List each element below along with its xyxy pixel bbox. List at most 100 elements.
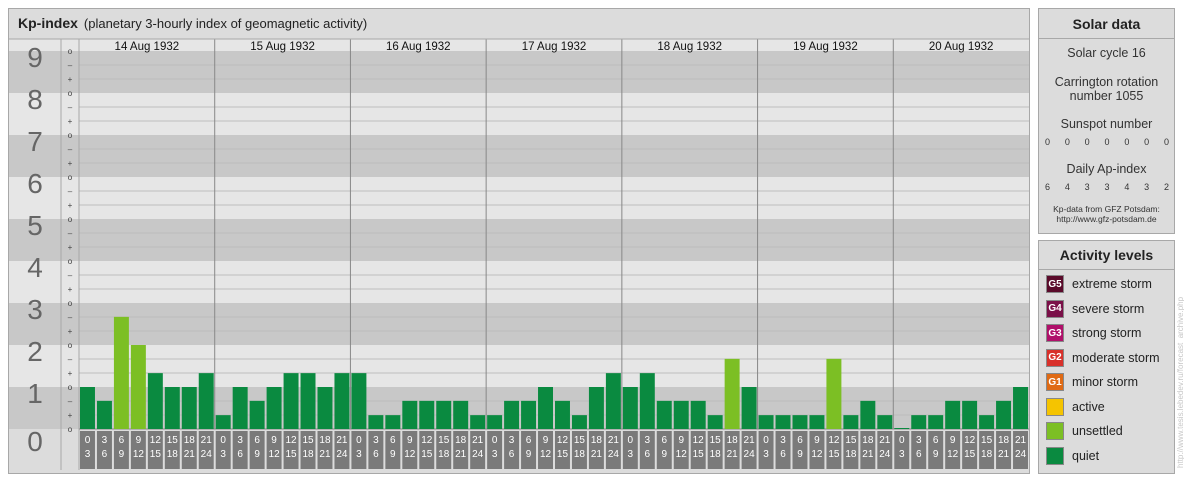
kp-band xyxy=(9,303,1029,345)
hour-end-label: 24 xyxy=(201,449,213,460)
activity-level-item: G3 strong storm xyxy=(1046,324,1141,342)
activity-level-swatch: G3 xyxy=(1046,324,1064,342)
hour-end-label: 3 xyxy=(220,449,226,460)
kp-bar xyxy=(826,358,842,429)
hour-start-label: 12 xyxy=(421,435,433,446)
kp-bar xyxy=(317,387,333,429)
date-label: 15 Aug 1932 xyxy=(250,41,315,53)
kp-bar xyxy=(571,415,587,429)
hour-start-label: 18 xyxy=(727,435,739,446)
kp-minor-tick-label: + xyxy=(68,117,73,126)
kp-bar xyxy=(945,400,961,429)
hour-end-label: 9 xyxy=(797,449,803,460)
activity-level-swatch: G2 xyxy=(1046,348,1064,367)
hour-start-label: 12 xyxy=(150,435,162,446)
kp-bar xyxy=(741,387,757,429)
activity-level-label: extreme storm xyxy=(1072,277,1152,291)
sunspot-value: 0 xyxy=(1045,137,1051,147)
kp-minor-tick-label: + xyxy=(68,201,73,210)
hour-end-label: 15 xyxy=(150,449,162,460)
hour-start-label: 18 xyxy=(998,435,1010,446)
hour-end-label: 9 xyxy=(390,449,396,460)
hour-start-label: 12 xyxy=(828,435,840,446)
activity-level-swatch xyxy=(1046,422,1064,440)
kp-bar xyxy=(453,400,469,429)
date-label: 19 Aug 1932 xyxy=(793,41,858,53)
hour-end-label: 3 xyxy=(899,449,905,460)
hour-end-label: 6 xyxy=(237,449,243,460)
kp-axis-label: 1 xyxy=(27,378,43,409)
hour-start-label: 6 xyxy=(933,435,939,446)
hour-end-label: 12 xyxy=(540,449,552,460)
kp-bar xyxy=(266,387,282,429)
hour-start-label: 6 xyxy=(119,435,125,446)
hour-start-label: 21 xyxy=(1015,435,1027,446)
activity-levels-panel: Activity levels G5 extreme storm G4 severe … xyxy=(1038,240,1175,474)
kp-bar xyxy=(928,415,944,429)
kp-bar xyxy=(911,415,927,429)
kp-axis-label: 2 xyxy=(27,336,43,367)
hour-end-label: 6 xyxy=(102,449,108,460)
kp-minor-tick-label: – xyxy=(68,103,73,112)
kp-axis-label: 8 xyxy=(27,84,43,115)
kp-band xyxy=(9,219,1029,261)
kp-minor-tick-label: – xyxy=(68,313,73,322)
ap-value: 3 xyxy=(1144,182,1150,192)
hour-end-label: 21 xyxy=(727,449,739,460)
kp-bar xyxy=(775,415,791,429)
hour-start-label: 0 xyxy=(763,435,769,446)
hour-start-label: 12 xyxy=(693,435,705,446)
hour-end-label: 18 xyxy=(574,449,586,460)
hour-end-label: 15 xyxy=(285,449,297,460)
hour-start-label: 3 xyxy=(509,435,515,446)
kp-bar xyxy=(809,415,825,429)
kp-bar xyxy=(164,387,180,429)
date-label: 14 Aug 1932 xyxy=(115,41,180,53)
kp-minor-tick-label: + xyxy=(68,159,73,168)
kp-bar xyxy=(198,373,214,429)
activity-level-label: active xyxy=(1072,399,1105,414)
hour-end-label: 21 xyxy=(998,449,1010,460)
activity-level-item: G2 moderate storm xyxy=(1046,348,1160,367)
kp-axis-label: 9 xyxy=(27,42,43,73)
kp-bar xyxy=(249,400,265,429)
activity-level-label: quiet xyxy=(1072,448,1100,463)
sunspot-value: 0 xyxy=(1104,137,1110,147)
hour-end-label: 12 xyxy=(269,449,281,460)
hour-end-label: 24 xyxy=(1015,449,1027,460)
kp-bar xyxy=(147,373,163,429)
hour-end-label: 9 xyxy=(254,449,260,460)
kp-bar xyxy=(232,387,248,429)
sunspot-number-label: Sunspot number xyxy=(1060,117,1153,131)
kp-minor-tick-label: o xyxy=(68,173,73,182)
hour-end-label: 6 xyxy=(916,449,922,460)
hour-start-label: 9 xyxy=(814,435,820,446)
activity-level-label: unsettled xyxy=(1072,424,1123,438)
kp-axis-label: 3 xyxy=(27,294,43,325)
kp-minor-tick-label: + xyxy=(68,369,73,378)
hour-end-label: 12 xyxy=(947,449,959,460)
kp-axis-label: 0 xyxy=(27,426,43,457)
kp-bar xyxy=(80,387,95,429)
kp-bar xyxy=(504,400,520,429)
kp-bar xyxy=(1013,387,1028,429)
kp-index-panel: Kp-index (planetary 3-hourly index of geo… xyxy=(8,8,1030,474)
hour-end-label: 15 xyxy=(421,449,433,460)
hour-start-label: 12 xyxy=(964,435,976,446)
kp-bar xyxy=(300,373,316,429)
activity-level-item: active xyxy=(1046,397,1105,416)
carrington-rotation-line1: Carrington rotation xyxy=(1054,75,1159,89)
hour-end-label: 6 xyxy=(509,449,515,460)
hour-start-label: 15 xyxy=(574,435,586,446)
hour-start-label: 15 xyxy=(981,435,993,446)
kp-minor-tick-label: o xyxy=(68,215,73,224)
kp-bar xyxy=(419,400,435,429)
hour-end-label: 18 xyxy=(845,449,857,460)
hour-start-label: 9 xyxy=(950,435,956,446)
daily-ap-index-values: 6 4 3 3 4 3 2 xyxy=(1045,182,1169,192)
kp-minor-tick-label: + xyxy=(68,327,73,336)
kp-bar xyxy=(673,400,689,429)
ap-value: 6 xyxy=(1045,182,1051,192)
hour-end-label: 12 xyxy=(811,449,823,460)
hour-start-label: 9 xyxy=(678,435,684,446)
